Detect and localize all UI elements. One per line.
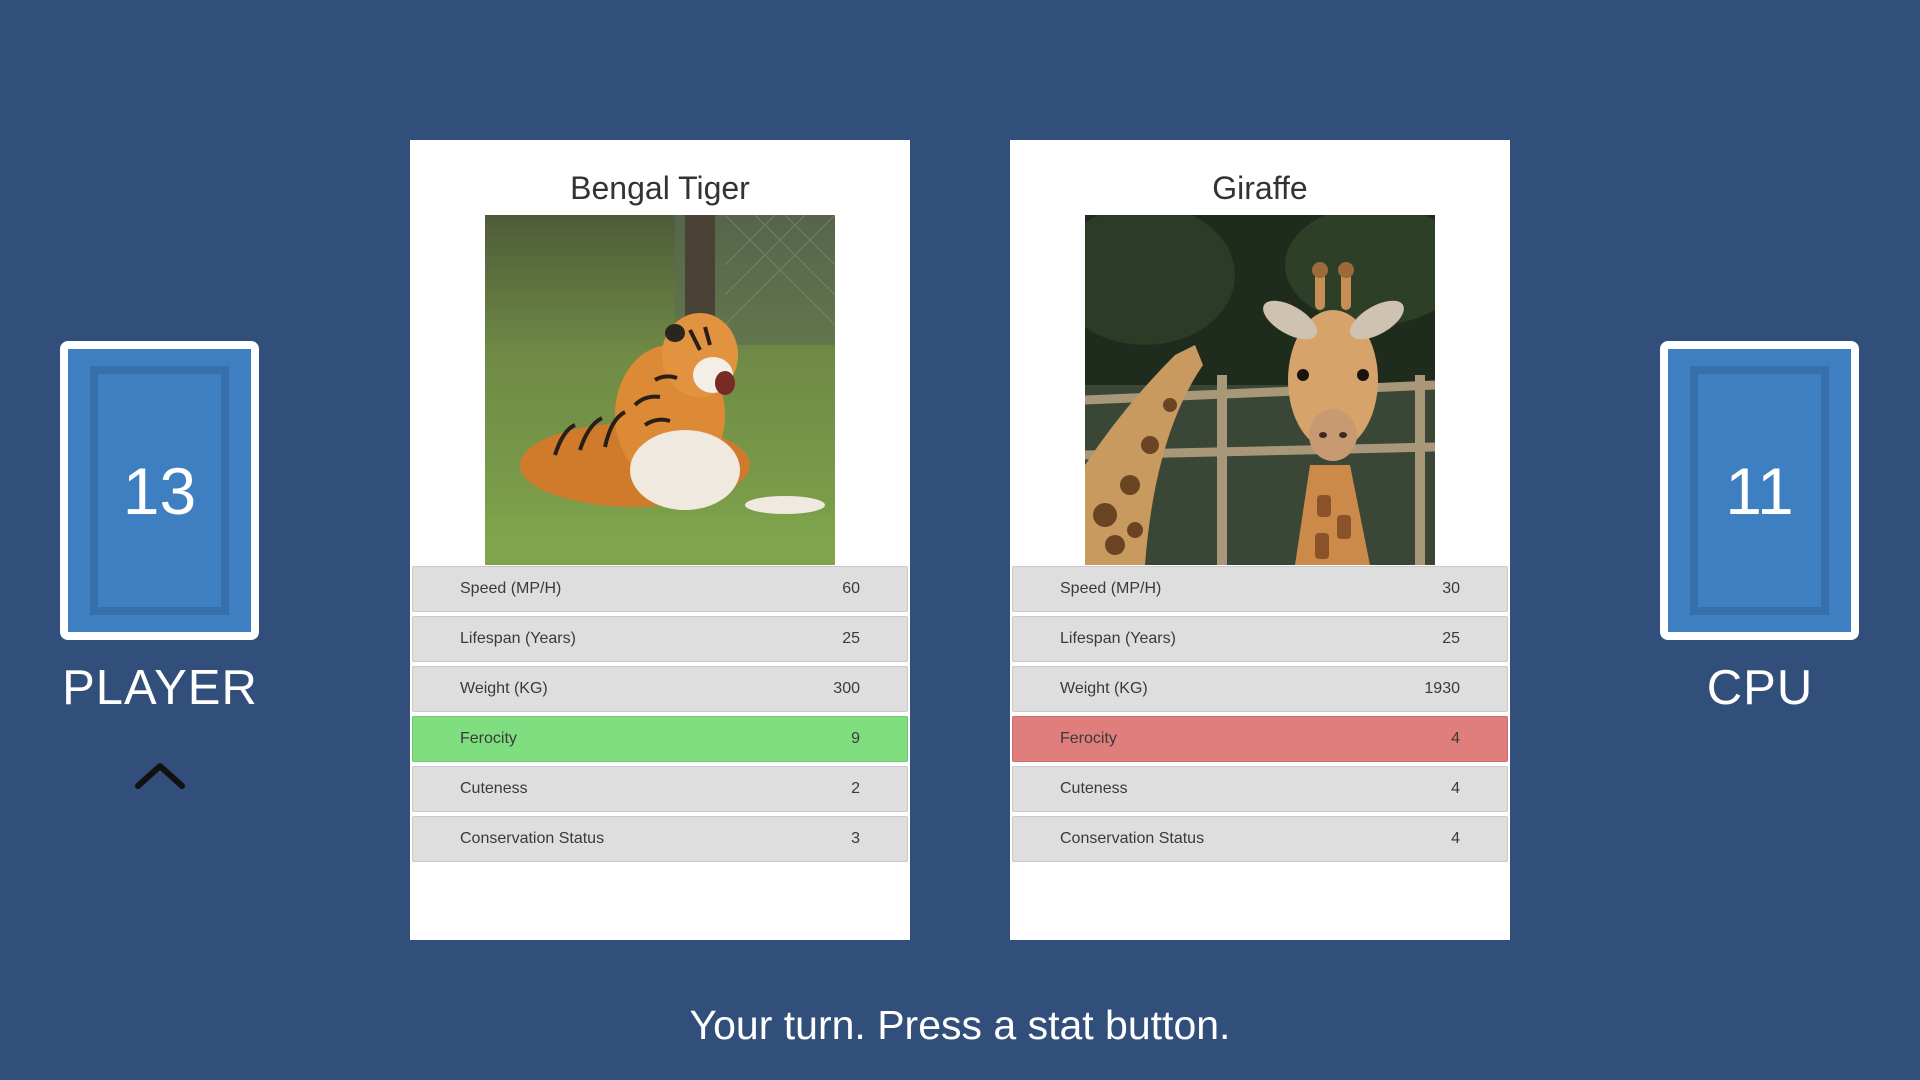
player-stat-weight[interactable]: Weight (KG) 300 bbox=[412, 666, 908, 712]
stat-value: 4 bbox=[1451, 730, 1460, 747]
stat-label: Ferocity bbox=[460, 730, 517, 747]
stat-label: Weight (KG) bbox=[1060, 680, 1148, 697]
player-stat-lifespan[interactable]: Lifespan (Years) 25 bbox=[412, 616, 908, 662]
stat-value: 30 bbox=[1442, 580, 1460, 597]
player-deck-inner: 13 bbox=[90, 366, 229, 615]
cpu-card-count: 11 bbox=[1725, 453, 1794, 528]
stat-label: Speed (MP/H) bbox=[1060, 580, 1162, 597]
stat-value: 2 bbox=[851, 780, 860, 797]
stat-value: 9 bbox=[851, 730, 860, 747]
player-card: Bengal Tiger Speed (MP/H) 60 Lifespan (Y… bbox=[410, 140, 910, 940]
player-card-title: Bengal Tiger bbox=[570, 170, 750, 206]
stat-label: Cuteness bbox=[1060, 780, 1128, 797]
player-deck-face: 13 bbox=[68, 349, 251, 632]
stat-value: 25 bbox=[842, 630, 860, 647]
status-message: Your turn. Press a stat button. bbox=[689, 1002, 1231, 1048]
stat-value: 4 bbox=[1451, 830, 1460, 847]
player-stat-conservation[interactable]: Conservation Status 3 bbox=[412, 816, 908, 862]
stat-value: 300 bbox=[833, 680, 860, 697]
stat-label: Lifespan (Years) bbox=[1060, 630, 1176, 647]
cpu-stat-ferocity[interactable]: Ferocity 4 bbox=[1012, 716, 1508, 762]
stat-value: 1930 bbox=[1424, 680, 1460, 697]
cpu-stat-lifespan[interactable]: Lifespan (Years) 25 bbox=[1012, 616, 1508, 662]
stat-value: 3 bbox=[851, 830, 860, 847]
cpu-stat-weight[interactable]: Weight (KG) 1930 bbox=[1012, 666, 1508, 712]
tiger-photo bbox=[485, 215, 835, 565]
cpu-stat-speed[interactable]: Speed (MP/H) 30 bbox=[1012, 566, 1508, 612]
player-card-count: 13 bbox=[122, 453, 197, 528]
stat-value: 4 bbox=[1451, 780, 1460, 797]
stat-value: 25 bbox=[1442, 630, 1460, 647]
player-label: PLAYER bbox=[62, 661, 258, 715]
cpu-stats-list: Speed (MP/H) 30 Lifespan (Years) 25 Weig… bbox=[1012, 566, 1508, 866]
cpu-deck: 11 bbox=[1660, 341, 1859, 640]
turn-indicator-chevron-up-icon bbox=[135, 763, 185, 789]
player-stats-list: Speed (MP/H) 60 Lifespan (Years) 25 Weig… bbox=[412, 566, 908, 866]
cpu-deck-face: 11 bbox=[1668, 349, 1851, 632]
cpu-stat-conservation[interactable]: Conservation Status 4 bbox=[1012, 816, 1508, 862]
stat-label: Conservation Status bbox=[1060, 830, 1205, 847]
stat-label: Conservation Status bbox=[460, 830, 605, 847]
game-board: 13 PLAYER 11 CPU Bengal Tiger Speed (MP/… bbox=[0, 0, 1920, 1080]
stat-value: 60 bbox=[842, 580, 860, 597]
cpu-stat-cuteness[interactable]: Cuteness 4 bbox=[1012, 766, 1508, 812]
player-deck: 13 bbox=[60, 341, 259, 640]
stat-label: Cuteness bbox=[460, 780, 528, 797]
cpu-deck-inner: 11 bbox=[1690, 366, 1829, 615]
player-stat-cuteness[interactable]: Cuteness 2 bbox=[412, 766, 908, 812]
cpu-card-title: Giraffe bbox=[1212, 170, 1308, 206]
stat-label: Weight (KG) bbox=[460, 680, 548, 697]
cpu-label: CPU bbox=[1706, 661, 1814, 715]
giraffe-photo bbox=[1085, 215, 1435, 565]
stat-label: Speed (MP/H) bbox=[460, 580, 562, 597]
stat-label: Lifespan (Years) bbox=[460, 630, 576, 647]
cpu-card: Giraffe Speed (MP/H) 30 Lifespan (Years)… bbox=[1010, 140, 1510, 940]
player-stat-ferocity[interactable]: Ferocity 9 bbox=[412, 716, 908, 762]
stat-label: Ferocity bbox=[1060, 730, 1117, 747]
player-stat-speed[interactable]: Speed (MP/H) 60 bbox=[412, 566, 908, 612]
